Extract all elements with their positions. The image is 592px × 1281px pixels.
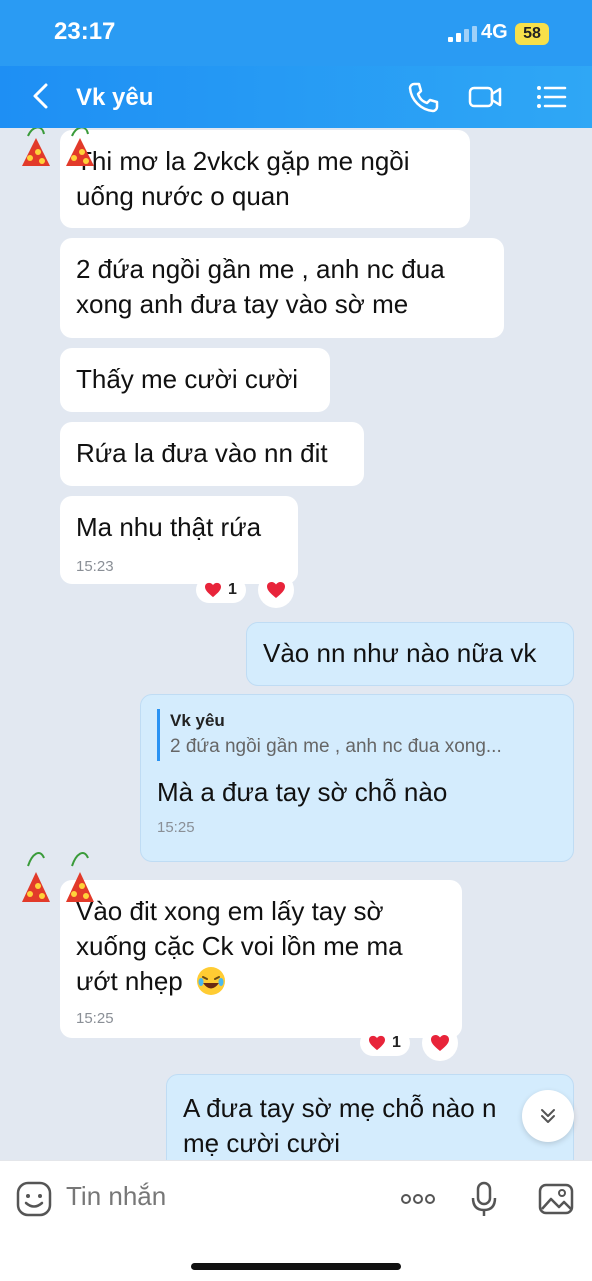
- chevron-down-icon: [541, 1109, 555, 1123]
- menu-icon[interactable]: [534, 80, 568, 114]
- message-text: Ma nhu thật rứa: [76, 512, 262, 542]
- message-text: xuống cặc Ck voi lồn me ma: [76, 931, 403, 961]
- video-icon[interactable]: [468, 80, 502, 114]
- mic-icon[interactable]: [464, 1179, 504, 1219]
- message-text: Thấy me cười cười: [76, 364, 299, 394]
- heart-icon: [431, 1035, 449, 1051]
- message-text: uống nước o quan: [76, 181, 290, 211]
- back-icon[interactable]: [26, 80, 58, 112]
- heart-icon: [267, 582, 285, 598]
- message-list[interactable]: Thi mơ la 2vkck gặp me ngồi uống nước o …: [0, 128, 592, 1160]
- message-time: 15:25: [157, 819, 195, 836]
- message-text: Rứa la đưa vào nn đit: [76, 438, 328, 468]
- reaction-count: 1: [392, 1034, 401, 1051]
- message-bubble[interactable]: 2 đứa ngồi gần me , anh nc đua xong anh …: [60, 238, 504, 338]
- chat-header: Vk yêu: [0, 66, 592, 128]
- message-input[interactable]: Tin nhắn: [66, 1181, 166, 1212]
- signal-icon: [448, 26, 477, 42]
- message-text: Thi mơ la 2vkck gặp me ngồi: [76, 146, 410, 176]
- image-icon[interactable]: [536, 1179, 576, 1219]
- react-button[interactable]: [258, 572, 294, 608]
- message-bubble[interactable]: Vk yêu 2 đứa ngồi gần me , anh nc đua xo…: [140, 694, 574, 862]
- laughing-emoji-icon: [196, 967, 225, 995]
- heart-icon: [205, 582, 221, 598]
- network-label: 4G: [481, 21, 508, 43]
- message-text: mẹ cười cười: [183, 1128, 341, 1158]
- more-icon[interactable]: [398, 1179, 438, 1219]
- battery-indicator: 58: [515, 23, 549, 45]
- quoted-sender: Vk yêu: [170, 711, 225, 730]
- scroll-to-bottom-button[interactable]: [522, 1090, 574, 1142]
- message-text: Mà a đưa tay sờ chỗ nào: [157, 777, 448, 807]
- contact-name[interactable]: Vk yêu: [76, 84, 153, 112]
- message-time: 15:23: [76, 558, 114, 575]
- avatar-decoration-icon: [22, 128, 94, 166]
- avatar-decoration-icon: [22, 851, 94, 902]
- sticker-icon[interactable]: [14, 1179, 54, 1219]
- message-text: Vào đit xong em lấy tay sờ: [76, 896, 384, 926]
- message-time: 15:25: [76, 1010, 114, 1027]
- heart-icon: [369, 1035, 385, 1051]
- home-indicator[interactable]: [191, 1263, 401, 1270]
- message-bubble[interactable]: Vào nn như nào nữa vk: [246, 622, 574, 686]
- react-button[interactable]: [422, 1025, 458, 1061]
- quoted-text: 2 đứa ngồi gần me , anh nc đua xong...: [170, 736, 502, 757]
- message-bubble[interactable]: Vào đit xong em lấy tay sờ xuống cặc Ck …: [60, 880, 462, 1038]
- message-text: xong anh đưa tay vào sờ me: [76, 289, 409, 319]
- quoted-message[interactable]: Vk yêu 2 đứa ngồi gần me , anh nc đua xo…: [157, 709, 557, 761]
- message-text: Vào nn như nào nữa vk: [263, 638, 537, 668]
- message-text: 2 đứa ngồi gần me , anh nc đua: [76, 254, 445, 284]
- status-bar: 23:17 4G 58: [0, 0, 592, 66]
- message-text: ướt nhẹp: [76, 964, 446, 999]
- message-bubble[interactable]: Thấy me cười cười: [60, 348, 330, 412]
- reaction-count: 1: [228, 581, 237, 598]
- reaction-summary[interactable]: 1: [196, 577, 246, 603]
- message-bubble[interactable]: A đưa tay sờ mẹ chỗ nào n mẹ cười cười: [166, 1074, 574, 1160]
- phone-icon[interactable]: [406, 80, 440, 114]
- message-text: A đưa tay sờ mẹ chỗ nào n: [183, 1093, 497, 1123]
- status-time: 23:17: [54, 18, 116, 45]
- message-bubble[interactable]: Rứa la đưa vào nn đit: [60, 422, 364, 486]
- reaction-summary[interactable]: 1: [360, 1030, 410, 1056]
- composer-bar: Tin nhắn: [0, 1160, 592, 1281]
- message-bubble[interactable]: Thi mơ la 2vkck gặp me ngồi uống nước o …: [60, 130, 470, 228]
- message-bubble[interactable]: Ma nhu thật rứa 15:23: [60, 496, 298, 584]
